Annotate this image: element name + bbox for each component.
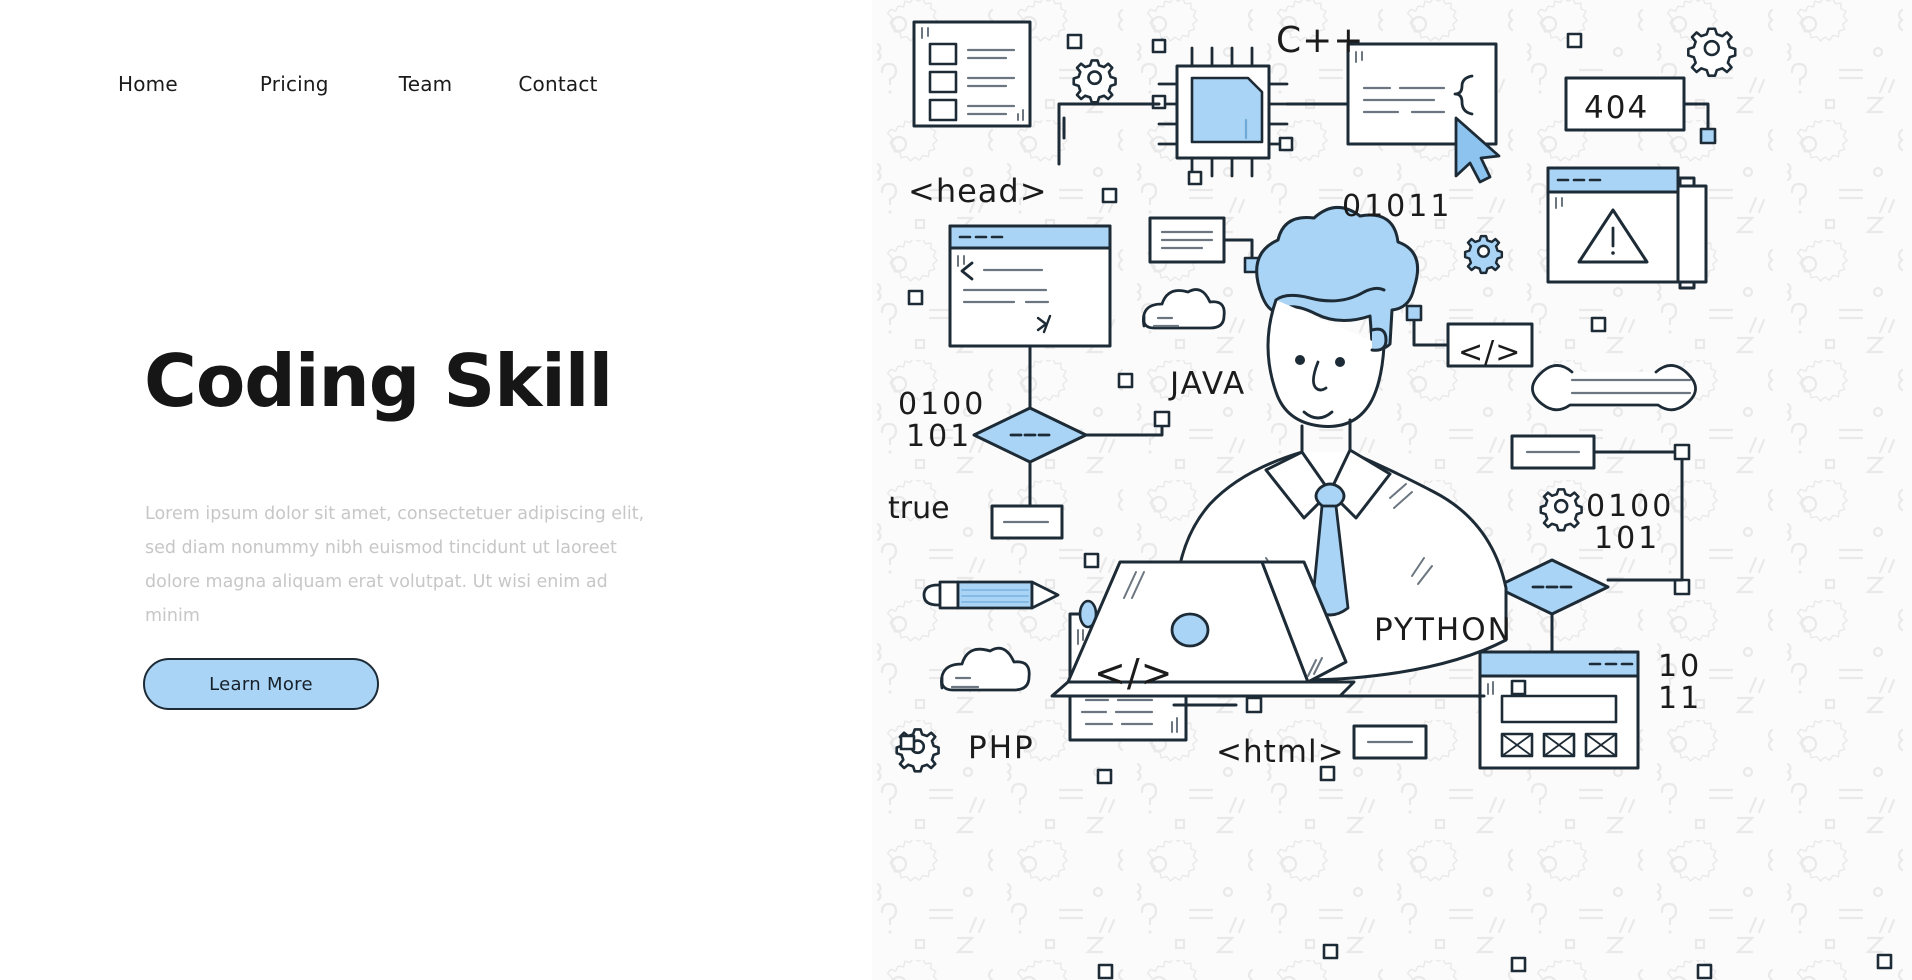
illustration-pane: C++ <head> 01011 </> JAVA 404 0100 101 t… (872, 0, 1912, 980)
decision-diamond (972, 406, 1088, 464)
hero-description: Lorem ipsum dolor sit amet, consectetuer… (145, 504, 645, 626)
label-binary-far-1: 10 (1658, 649, 1702, 684)
nav-item-contact[interactable]: Contact (518, 72, 597, 96)
hero-left-pane: Home Pricing Team Contact Coding Skill L… (0, 0, 872, 980)
learn-more-label: Learn More (209, 673, 313, 695)
label-binary-right: 0100 (1586, 489, 1674, 524)
label-cpp: C++ (1276, 20, 1364, 61)
nav-item-pricing[interactable]: Pricing (260, 72, 329, 96)
nav-item-home[interactable]: Home (118, 72, 178, 96)
label-html-tag: <html> (1216, 734, 1345, 770)
landing-page: Home Pricing Team Contact Coding Skill L… (0, 0, 1912, 980)
label-head-tag: <head> (908, 172, 1048, 210)
note-box (1148, 216, 1261, 274)
code-editor-window (948, 224, 1112, 348)
wrench-icon (1531, 364, 1697, 412)
label-binary-right-2: 101 (1594, 521, 1660, 556)
label-binary-left-2: 101 (906, 419, 972, 454)
label-box (1352, 724, 1428, 760)
label-error-404: 404 (1584, 90, 1649, 126)
label-true: true (888, 491, 950, 526)
gear-icon (1687, 27, 1737, 77)
main-navigation: Home Pricing Team Contact (118, 72, 598, 96)
gear-icon (1539, 488, 1583, 532)
decision-diamond (1494, 558, 1610, 616)
label-python: PYTHON (1374, 612, 1513, 648)
status-box (990, 504, 1064, 540)
cpu-chip (1151, 38, 1294, 186)
learn-more-button[interactable]: Learn More (143, 658, 379, 710)
gear-icon (1072, 59, 1117, 104)
warning-window (1546, 166, 1708, 290)
coding-illustration: C++ <head> 01011 </> JAVA 404 0100 101 t… (888, 20, 1893, 980)
label-binary-far-2: 11 (1658, 681, 1702, 716)
label-code-tag: </> (1458, 335, 1521, 370)
cloud-icon (1142, 288, 1226, 330)
checklist-window (912, 20, 1032, 128)
label-box (1510, 434, 1596, 470)
label-binary-left: 0100 (898, 387, 986, 422)
label-java: JAVA (1168, 366, 1246, 402)
label-binary-01011: 01011 (1342, 189, 1452, 224)
gear-icon (1463, 234, 1504, 275)
code-window-brace (1346, 42, 1498, 146)
label-php: PHP (968, 730, 1035, 766)
page-title: Coding Skill (144, 339, 613, 423)
pencil-icon (922, 580, 1060, 610)
cloud-icon (940, 646, 1031, 692)
label-notepad-code: </> (1094, 651, 1173, 695)
browser-window (1478, 650, 1640, 770)
nav-item-team[interactable]: Team (399, 72, 453, 96)
